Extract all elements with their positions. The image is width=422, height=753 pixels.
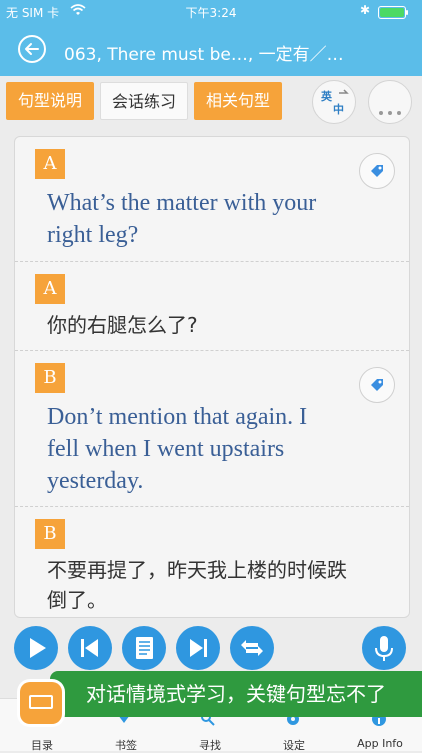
conversation-card: A What’s the matter with your right leg?… xyxy=(14,136,410,618)
dialogue-row: B 不要再提了，昨天我上楼的时候跌 倒了。 xyxy=(15,507,409,617)
speaker-badge: B xyxy=(35,363,65,393)
chinese-line[interactable]: 你的右腿怎么了? xyxy=(47,310,198,340)
app-header: 无 SIM 卡 下午3:24 ✱ 063, There must be…, 一定… xyxy=(0,0,422,76)
page-title: 063, There must be…, 一定有／… xyxy=(64,45,344,65)
document-icon xyxy=(136,637,153,659)
english-line[interactable]: Don’t mention that again. I xyxy=(47,401,307,433)
bookmark-tag-button[interactable] xyxy=(359,367,395,403)
microphone-button[interactable] xyxy=(362,626,406,670)
swap-arrows-icon xyxy=(241,640,263,656)
tag-icon xyxy=(371,165,383,177)
tab-settings[interactable]: 设定 xyxy=(252,737,336,753)
repeat-mode-button[interactable] xyxy=(230,626,274,670)
swap-icon xyxy=(339,89,349,94)
previous-button[interactable] xyxy=(68,626,112,670)
more-options-button[interactable] xyxy=(368,80,412,124)
next-button[interactable] xyxy=(176,626,220,670)
transcript-button[interactable] xyxy=(122,626,166,670)
tab-bookmarks[interactable]: 书签 xyxy=(84,737,168,753)
back-button[interactable] xyxy=(18,35,46,63)
tab-contents[interactable]: 目录 xyxy=(0,737,84,753)
english-line[interactable]: fell when I went upstairs xyxy=(47,433,284,465)
battery-icon xyxy=(378,6,408,19)
skip-next-icon xyxy=(190,639,207,657)
tab-search[interactable]: 寻找 xyxy=(168,737,252,753)
lang-zh-label: 中 xyxy=(333,103,344,116)
english-line[interactable]: What’s the matter with your xyxy=(47,187,316,219)
skip-previous-icon xyxy=(81,639,98,657)
tab-pattern-explanation[interactable]: 句型说明 xyxy=(6,82,94,120)
lang-en-label: 英 xyxy=(321,90,332,103)
tab-related-patterns[interactable]: 相关句型 xyxy=(194,82,282,120)
segment-tabs: 句型说明 会话练习 相关句型 英 中 xyxy=(0,76,422,130)
promo-banner: 对话情境式学习，关键句型忘不了 xyxy=(50,671,422,717)
bluetooth-icon: ✱ xyxy=(360,3,371,17)
speaker-badge: A xyxy=(35,149,65,179)
arrow-left-icon xyxy=(25,43,39,55)
tag-icon xyxy=(371,379,383,391)
speaker-badge: B xyxy=(35,519,65,549)
dialogue-row: A 你的右腿怎么了? xyxy=(15,262,409,351)
status-bar: 无 SIM 卡 下午3:24 ✱ xyxy=(0,0,422,22)
language-toggle-button[interactable]: 英 中 xyxy=(312,80,356,124)
tab-app-info[interactable]: App Info xyxy=(338,737,422,750)
play-button[interactable] xyxy=(14,626,58,670)
dialogue-row: B Don’t mention that again. I fell when … xyxy=(15,351,409,507)
more-dots-icon xyxy=(379,100,406,119)
play-icon xyxy=(30,638,46,658)
bookmark-tag-button[interactable] xyxy=(359,153,395,189)
microphone-icon xyxy=(375,636,393,661)
chinese-line[interactable]: 倒了。 xyxy=(47,585,107,615)
dialogue-row: A What’s the matter with your right leg? xyxy=(15,137,409,262)
english-line[interactable]: yesterday. xyxy=(47,465,143,497)
status-time: 下午3:24 xyxy=(185,6,237,20)
speaker-badge: A xyxy=(35,274,65,304)
english-line[interactable]: right leg? xyxy=(47,219,138,251)
tab-conversation-practice[interactable]: 会话练习 xyxy=(100,82,188,120)
chinese-line[interactable]: 不要再提了，昨天我上楼的时候跌 xyxy=(47,555,347,585)
folder-icon[interactable] xyxy=(20,682,62,724)
